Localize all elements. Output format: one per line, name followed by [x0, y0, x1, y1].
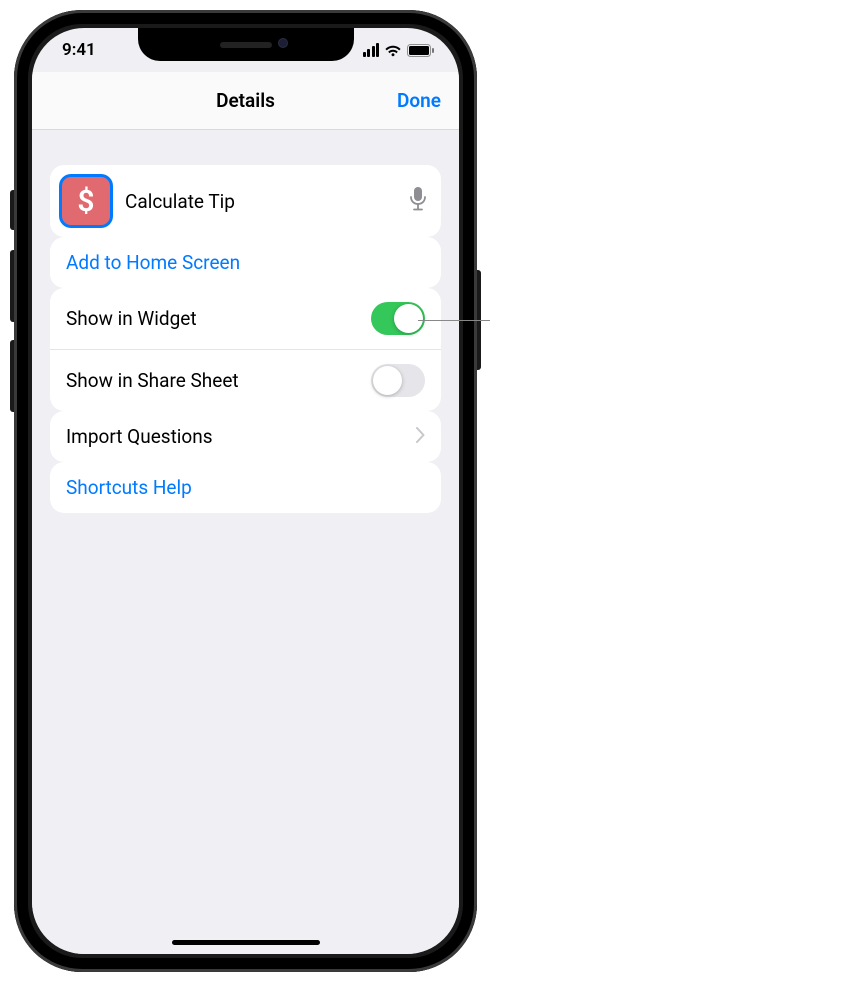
phone-frame: 9:41 Details Done	[14, 10, 477, 972]
wifi-icon	[384, 44, 402, 57]
shortcut-icon-button[interactable]: $	[59, 174, 113, 228]
toggle-knob	[373, 366, 402, 395]
status-time: 9:41	[62, 40, 96, 60]
front-camera	[278, 38, 288, 48]
row-label: Show in Share Sheet	[66, 369, 239, 392]
chevron-right-icon	[416, 425, 425, 448]
shortcut-name-input[interactable]	[125, 190, 397, 213]
row-label: Add to Home Screen	[66, 251, 240, 274]
toggle-knob	[394, 304, 423, 333]
show-in-share-sheet-toggle[interactable]	[371, 364, 425, 397]
content: $ Add to Home Screen	[32, 130, 459, 954]
page-title: Details	[216, 89, 275, 112]
status-indicators	[363, 43, 436, 57]
import-questions-button[interactable]: Import Questions	[50, 411, 441, 462]
home-screen-section: Add to Home Screen	[50, 237, 441, 288]
add-to-home-screen-button[interactable]: Add to Home Screen	[50, 237, 441, 288]
row-label: Shortcuts Help	[66, 476, 192, 499]
row-label: Import Questions	[66, 425, 213, 448]
show-in-share-sheet-row: Show in Share Sheet	[50, 349, 441, 411]
row-label: Show in Widget	[66, 307, 197, 330]
visibility-section: Show in Widget Show in Share Sheet	[50, 288, 441, 411]
speaker-grille	[220, 42, 272, 48]
nav-bar: Details Done	[32, 72, 459, 130]
import-section: Import Questions	[50, 411, 441, 462]
battery-icon	[407, 44, 435, 57]
done-button[interactable]: Done	[397, 89, 441, 112]
shortcut-name-card: $	[50, 165, 441, 237]
notch	[138, 28, 354, 61]
shortcuts-help-button[interactable]: Shortcuts Help	[50, 462, 441, 513]
cellular-signal-icon	[363, 43, 380, 57]
show-in-widget-row: Show in Widget	[50, 288, 441, 349]
help-section: Shortcuts Help	[50, 462, 441, 513]
home-indicator[interactable]	[172, 940, 320, 945]
show-in-widget-toggle[interactable]	[371, 302, 425, 335]
dictate-icon[interactable]	[409, 186, 427, 216]
screen: 9:41 Details Done	[32, 28, 459, 954]
callout-leader-line	[418, 320, 490, 321]
dollar-icon: $	[77, 184, 94, 219]
